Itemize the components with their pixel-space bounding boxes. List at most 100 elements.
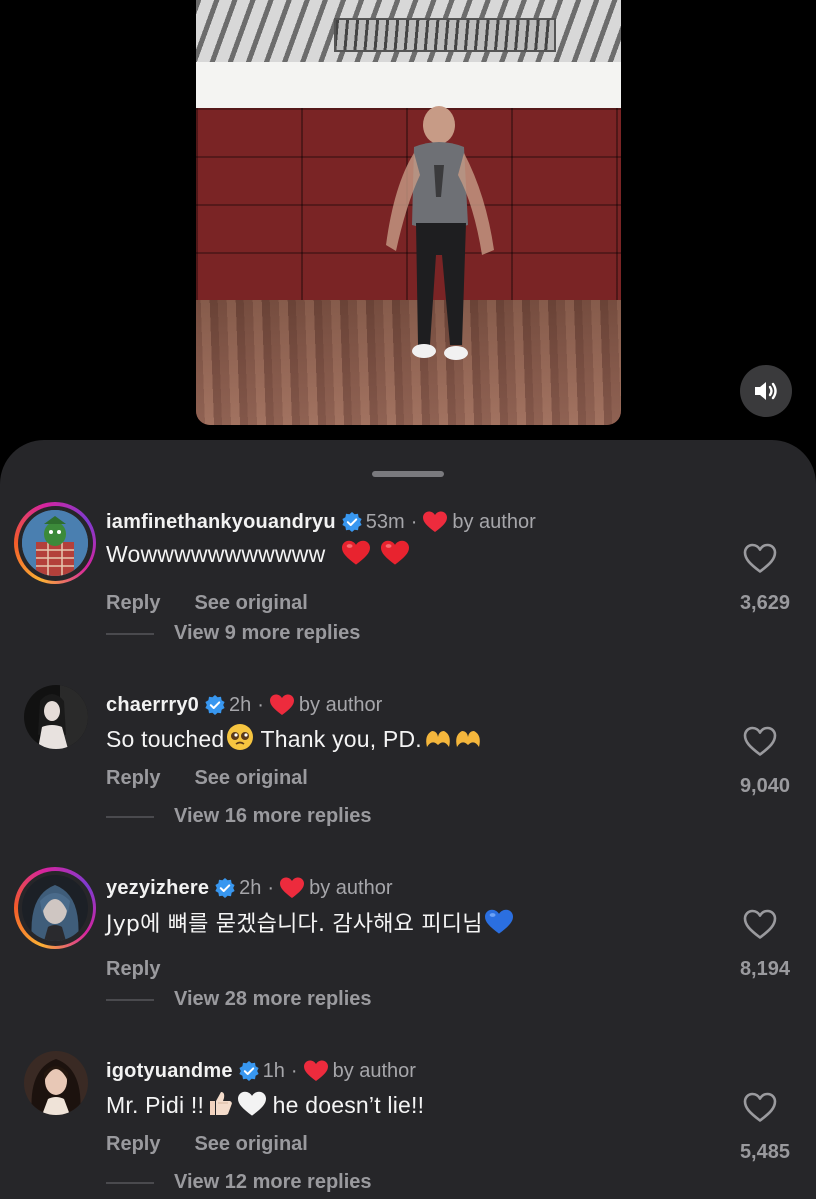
comment-text: So touched Thank you, PD.: [106, 723, 482, 757]
comment-actions: Reply See original: [106, 767, 308, 790]
comment-text-part: Thank you, PD.: [254, 726, 422, 752]
comment-item: igotyuandme 1h · by author Mr. Pidi !! h…: [0, 1051, 816, 1199]
view-replies-label: View 28 more replies: [174, 988, 372, 1010]
comment-time: 1h: [262, 1059, 285, 1082]
drag-handle[interactable]: [372, 471, 444, 477]
comment-item: iamfinethankyouandryu 53m · by author Wo…: [0, 502, 816, 677]
like-count: 3,629: [739, 592, 790, 614]
liked-by-author-label: by author: [332, 1059, 416, 1082]
comment-meta: chaerrry0 2h · by author: [106, 692, 382, 718]
replies-divider-line: [106, 1181, 154, 1184]
red-heart-emoji-icon: [380, 540, 409, 572]
replies-divider-line: [106, 632, 154, 635]
video-wall-band: [196, 62, 621, 108]
view-replies-button[interactable]: View 9 more replies: [106, 622, 360, 645]
comment-text-content: Wowwwwwwwwwww: [106, 541, 326, 567]
verified-badge-icon: [239, 1061, 259, 1081]
see-original-button[interactable]: See original: [194, 1133, 307, 1156]
reply-button[interactable]: Reply: [106, 1133, 160, 1156]
username[interactable]: yezyizhere: [106, 877, 209, 900]
comment-meta: igotyuandme 1h · by author: [106, 1058, 416, 1084]
username[interactable]: iamfinethankyouandryu: [106, 511, 336, 534]
blue-heart-emoji-icon: [484, 909, 513, 941]
like-button[interactable]: [740, 904, 780, 944]
replies-divider-line: [106, 815, 154, 818]
liked-by-author-label: by author: [298, 693, 383, 716]
comment-text-part: he doesn’t lie!!: [266, 1092, 425, 1118]
comment-time: 2h: [239, 876, 262, 899]
verified-badge-icon: [205, 695, 225, 715]
reply-button[interactable]: Reply: [106, 958, 160, 981]
view-replies-button[interactable]: View 12 more replies: [106, 1171, 372, 1194]
heart-outline-icon: [743, 1092, 777, 1122]
pleading-face-emoji-icon: [226, 723, 254, 757]
avatar-story-ring[interactable]: [14, 502, 96, 584]
separator-dot: ·: [410, 510, 418, 533]
liked-by-author-label: by author: [452, 510, 536, 533]
username[interactable]: igotyuandme: [106, 1060, 233, 1083]
comment-actions: Reply: [106, 958, 160, 981]
reply-button[interactable]: Reply: [106, 592, 160, 615]
red-heart-emoji-icon: [342, 540, 370, 572]
verified-badge-icon: [342, 512, 362, 532]
comment-text: Mr. Pidi !! he doesn’t lie!!: [106, 1089, 424, 1123]
comment-actions: Reply See original: [106, 592, 308, 615]
heart-outline-icon: [743, 909, 777, 939]
avatar: [22, 875, 88, 941]
comments-sheet: iamfinethankyouandryu 53m · by author Wo…: [0, 440, 816, 1199]
video-ceiling: [196, 0, 621, 62]
speaker-icon: [755, 382, 777, 400]
comment-time: 53m: [365, 510, 405, 533]
view-replies-label: View 16 more replies: [174, 805, 372, 827]
replies-divider-line: [106, 998, 154, 1001]
heart-hands-emoji-icon: [454, 727, 482, 757]
heart-outline-icon: [743, 543, 777, 573]
comment-item: yezyizhere 2h · by author Jyp에 뼈를 묻겠습니다.…: [0, 867, 816, 1043]
separator-dot: ·: [267, 876, 275, 899]
username[interactable]: chaerrry0: [106, 694, 199, 717]
like-button[interactable]: [740, 538, 780, 578]
avatar[interactable]: [24, 1051, 88, 1115]
separator-dot: ·: [290, 1059, 298, 1082]
heart-hands-emoji-icon: [424, 727, 452, 757]
view-replies-button[interactable]: View 16 more replies: [106, 805, 372, 828]
avatar[interactable]: [24, 685, 88, 749]
view-replies-label: View 9 more replies: [174, 622, 361, 644]
liked-by-author-label: by author: [309, 876, 393, 899]
verified-badge-icon: [215, 878, 235, 898]
comment-text-part: So touched: [106, 726, 225, 752]
author-heart-icon: [423, 511, 448, 533]
see-original-button[interactable]: See original: [194, 767, 307, 790]
video-area: [0, 0, 816, 440]
like-count: 8,194: [739, 958, 790, 980]
comment-meta: yezyizhere 2h · by author: [106, 875, 392, 901]
video-player[interactable]: [196, 0, 621, 425]
comment-item: chaerrry0 2h · by author So touched Than…: [0, 685, 816, 860]
white-heart-emoji-icon: [238, 1091, 267, 1123]
comment-text-part: Mr. Pidi !!: [106, 1092, 205, 1118]
separator-dot: ·: [257, 693, 264, 716]
author-heart-icon: [280, 877, 305, 899]
avatar: [22, 510, 88, 576]
comment-text: Jyp에 뼈를 묻겠습니다. 감사해요 피디님: [106, 906, 513, 941]
see-original-button[interactable]: See original: [194, 592, 307, 615]
view-replies-button[interactable]: View 28 more replies: [106, 988, 372, 1011]
sound-toggle-button[interactable]: [740, 365, 792, 417]
comment-time: 2h: [228, 693, 252, 716]
comment-text: Wowwwwwwwwwww: [106, 540, 409, 572]
comment-meta: iamfinethankyouandryu 53m · by author: [106, 509, 536, 535]
dancer-figure: [386, 106, 494, 360]
comment-actions: Reply See original: [106, 1133, 308, 1156]
thumbs-up-emoji-icon: [206, 1089, 234, 1123]
reply-button[interactable]: Reply: [106, 767, 160, 790]
comment-text-content: Jyp에 뼈를 묻겠습니다. 감사해요 피디님: [106, 912, 483, 937]
heart-outline-icon: [743, 726, 777, 756]
view-replies-label: View 12 more replies: [174, 1171, 372, 1193]
like-button[interactable]: [740, 721, 780, 761]
avatar-story-ring[interactable]: [14, 867, 96, 949]
author-heart-icon: [303, 1060, 328, 1082]
author-heart-icon: [269, 694, 294, 716]
like-count: 9,040: [739, 775, 790, 797]
like-button[interactable]: [740, 1087, 780, 1127]
like-count: 5,485: [739, 1141, 790, 1163]
